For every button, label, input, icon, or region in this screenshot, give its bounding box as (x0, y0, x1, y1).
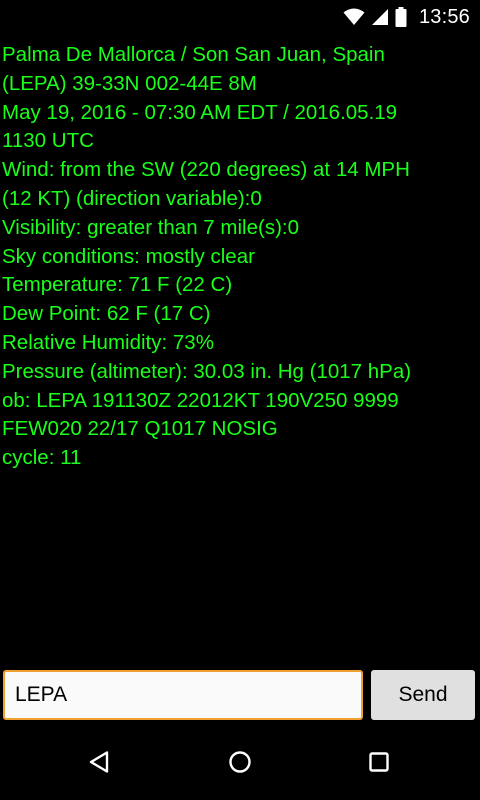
send-button[interactable]: Send (371, 670, 475, 720)
weather-line: Palma De Mallorca / Son San Juan, Spain (2, 43, 385, 66)
cell-signal-icon (371, 8, 389, 26)
recents-button[interactable] (339, 728, 419, 800)
weather-line: FEW020 22/17 Q1017 NOSIG (2, 417, 278, 441)
weather-report: Palma De Mallorca / Son San Juan, Spain … (2, 41, 478, 473)
weather-line: 1130 UTC (2, 129, 94, 153)
weather-line: Visibility: greater than 7 mile(s):0 (2, 215, 299, 239)
back-icon (88, 750, 110, 779)
weather-line: Dew Point: 62 F (17 C) (2, 302, 211, 326)
recents-icon (368, 751, 390, 778)
weather-line: cycle: 11 (2, 446, 82, 470)
station-input[interactable] (3, 670, 363, 720)
weather-line: Sky conditions: mostly clear (2, 244, 255, 268)
app-screen: 13:56 Palma De Mallorca / Son San Juan, … (0, 0, 480, 800)
navigation-bar (0, 728, 480, 800)
weather-line: Temperature: 71 F (22 C) (2, 273, 233, 297)
back-button[interactable] (59, 728, 139, 800)
weather-line: Relative Humidity: 73% (2, 330, 214, 354)
weather-line: (LEPA) 39-33N 002-44E 8M (2, 71, 257, 95)
status-bar: 13:56 (0, 0, 480, 34)
home-icon (228, 750, 252, 779)
weather-line: Wind: from the SW (220 degrees) at 14 MP… (2, 158, 410, 182)
weather-line: Pressure (altimeter): 30.03 in. Hg (1017… (2, 359, 412, 383)
status-icons: 13:56 (343, 4, 470, 30)
weather-line: May 19, 2016 - 07:30 AM EDT / 2016.05.19 (2, 100, 398, 124)
home-button[interactable] (200, 728, 280, 800)
battery-icon (395, 7, 407, 27)
station-form: Send (0, 668, 480, 726)
weather-line: ob: LEPA 191130Z 22012KT 190V250 9999 (2, 388, 399, 412)
wifi-icon (343, 8, 365, 26)
weather-line: (12 KT) (direction variable):0 (2, 186, 262, 210)
status-time: 13:56 (418, 5, 470, 28)
